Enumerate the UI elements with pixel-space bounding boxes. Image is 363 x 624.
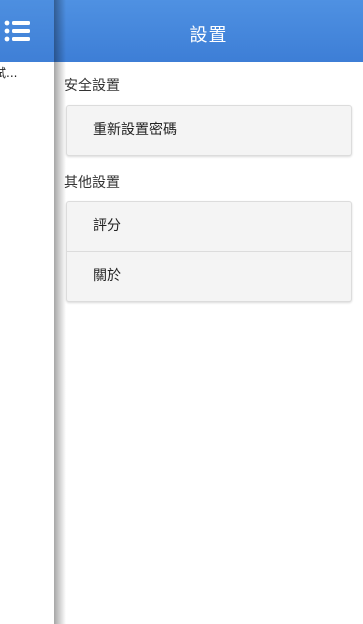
reset-password-item[interactable]: 重新設置密碼: [67, 106, 351, 155]
section-title-other: 其他設置: [64, 175, 120, 191]
drawer-list-item[interactable]: 試...: [0, 64, 17, 81]
security-settings-group: 重新設置密碼: [66, 105, 352, 156]
section-title-security: 安全設置: [64, 78, 120, 94]
drawer-header: [0, 0, 54, 62]
page-title: 設置: [189, 25, 228, 46]
settings-page: 設置 安全設置 重新設置密碼 其他設置 評分 關於: [54, 0, 363, 624]
rate-app-item[interactable]: 評分: [67, 202, 351, 251]
list-icon[interactable]: [4, 20, 32, 42]
app-screen: 試... 設置 安全設置 重新設置密碼 其他設置 評分 關於: [0, 0, 363, 624]
about-item[interactable]: 關於: [67, 251, 351, 301]
side-drawer: 試...: [0, 0, 54, 624]
header-bar: 設置: [54, 0, 363, 62]
other-settings-group: 評分 關於: [66, 201, 352, 302]
